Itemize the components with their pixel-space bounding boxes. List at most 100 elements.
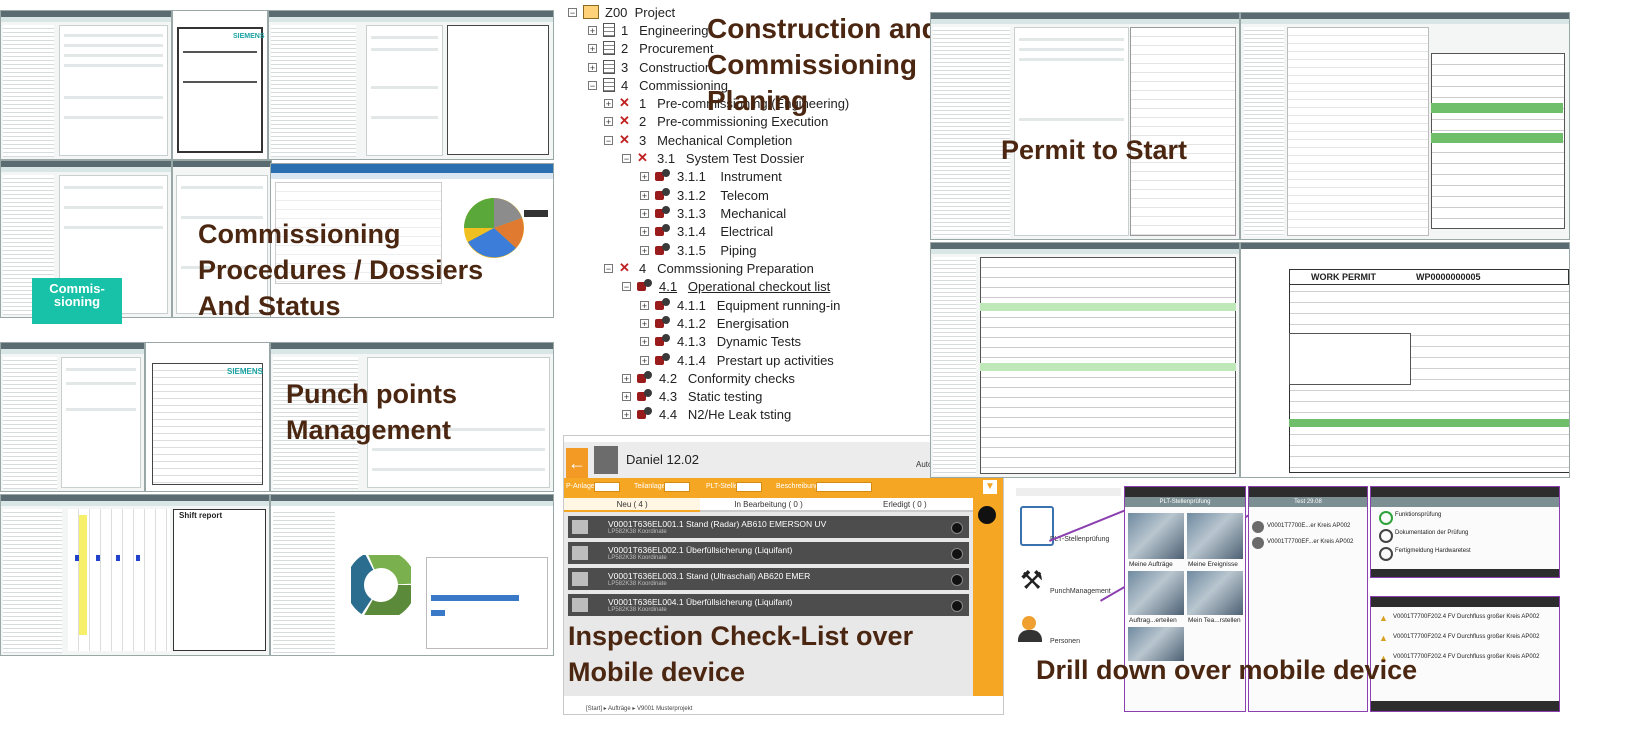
tree-item[interactable]: +3.1.2 Telecom [640, 186, 769, 204]
filter-bar: P-Anlage Teilanlage PLT-Stelle Beschreib… [564, 478, 1003, 498]
status-dot-icon[interactable] [951, 548, 963, 560]
checklist-icon [655, 243, 671, 257]
phone-title: PLT-Stellenprüfung [1125, 497, 1245, 507]
checklist-icon [655, 188, 671, 202]
action-sidebar [973, 498, 1003, 696]
tree-item[interactable]: +4.3 Static testing [622, 387, 762, 405]
work-permit-number: WP0000000005 [1416, 272, 1481, 282]
checklist-icon [637, 407, 653, 421]
list-item[interactable]: Fertigmeldung Hardwaretest [1395, 548, 1471, 554]
tile-image[interactable] [1187, 571, 1243, 615]
checklist-icon [655, 353, 671, 367]
tree-item[interactable]: − ✕ 4 Commssioning Preparation [604, 259, 814, 277]
list-item[interactable]: V0001T7700E...er Kreis AP002 [1267, 523, 1350, 529]
tree-item[interactable]: +3.1.4 Electrical [640, 222, 773, 240]
tree-item[interactable]: +2 Procurement [588, 39, 714, 57]
checklist-icon [655, 206, 671, 220]
tab-erledigt[interactable]: Erledigt ( 0 ) [836, 498, 973, 512]
screenshot-panel [930, 242, 1240, 478]
tools-icon: ✕ [619, 260, 630, 275]
checklist-icon [655, 334, 671, 348]
filter-icon[interactable]: ▼ [983, 480, 997, 494]
drill-caption: Drill down over mobile device [1036, 655, 1418, 685]
list-item[interactable]: V0001T7700EF...er Kreis AP002 [1267, 539, 1353, 545]
filter-input[interactable] [594, 482, 620, 492]
tree-item[interactable]: +1 Engineering [588, 21, 708, 39]
tree-item[interactable]: +4.2 Conformity checks [622, 369, 795, 387]
inspection-caption: Inspection Check-List over Mobile device [568, 621, 914, 687]
tile-label[interactable]: Meine Ereignisse [1188, 561, 1238, 568]
work-permit-title: WORK PERMIT [1311, 272, 1376, 282]
tree-item[interactable]: −4.1 Operational checkout list [622, 277, 830, 295]
checklist-icon [637, 279, 653, 293]
tile-image[interactable] [1128, 571, 1184, 615]
list-item[interactable]: V0001T7700F202.4 FV Durchfluss großer Kr… [1393, 634, 1539, 640]
tile-label[interactable]: Auftrag...erteilen [1129, 617, 1177, 624]
tools-icon: ✕ [619, 113, 630, 128]
tree-item[interactable]: +4.1.3 Dynamic Tests [640, 332, 801, 350]
status-dot-icon[interactable] [951, 522, 963, 534]
status-dot-icon[interactable] [951, 574, 963, 586]
tree-item[interactable]: +3.1.1 Instrument [640, 167, 782, 185]
document-icon [603, 23, 615, 37]
tile-image[interactable] [1187, 513, 1243, 559]
list-item[interactable]: V0001T636EL001.1 Stand (Radar) AB610 EME… [568, 516, 969, 538]
breadcrumb: [Start] ▸ Aufträge ▸ V9001 Musterprojekt [586, 706, 693, 712]
wrench-hammer-icon[interactable]: ⚒ [1020, 566, 1043, 594]
tree-item[interactable]: − ✕ 3.1 System Test Dossier [622, 149, 804, 167]
checklist-icon [655, 298, 671, 312]
back-arrow-icon[interactable]: ← [566, 448, 588, 478]
screenshot-panel [1240, 12, 1570, 240]
tree-item[interactable]: − ✕ 3 Mechanical Completion [604, 131, 792, 149]
tree-item[interactable]: +4.1.4 Prestart up activities [640, 351, 834, 369]
filter-input[interactable] [736, 482, 762, 492]
app-title: Daniel 12.02 [626, 452, 699, 467]
work-permit-screenshot: WORK PERMIT WP0000000005 [1240, 242, 1570, 478]
siemens-logo: SIEMENS [233, 33, 265, 40]
document-icon [603, 78, 615, 92]
list-item[interactable]: V0001T636EL003.1 Stand (Ultraschall) AB6… [568, 568, 969, 590]
list-item[interactable]: V0001T7700F202.4 FV Durchfluss großer Kr… [1393, 614, 1539, 620]
tile-label[interactable]: Meine Aufträge [1129, 561, 1173, 568]
tile-image[interactable] [1128, 513, 1184, 559]
tree-item[interactable]: +3.1.3 Mechanical [640, 204, 786, 222]
mobile-menu: PLT-Stellenprüfung ⚒ PunchManagement Per… [1016, 488, 1121, 663]
warning-icon: ▲ [1379, 613, 1388, 623]
screenshot-panel [0, 342, 145, 492]
filter-input[interactable] [816, 482, 872, 492]
list-item[interactable]: V0001T636EL004.1 Überfüllsicherung (Liqu… [568, 594, 969, 616]
commissioning-badge: Commis- sioning [32, 278, 122, 324]
filter-input[interactable] [664, 482, 690, 492]
punch-caption: Punch points Management [286, 379, 457, 445]
tab-neu[interactable]: Neu ( 4 ) [564, 498, 701, 512]
schedule-screenshot: Shift report [0, 494, 270, 656]
tree-item[interactable]: +4.1.1 Equipment running-in [640, 296, 840, 314]
document-preview: SIEMENS [172, 10, 268, 160]
tree-item[interactable]: +4.1.2 Energisation [640, 314, 789, 332]
person-icon[interactable] [1022, 616, 1036, 630]
document-icon [603, 60, 615, 74]
tab-in-bearbeitung[interactable]: In Bearbeitung ( 0 ) [700, 498, 837, 512]
construction-caption: Construction and Commissioning Planing [707, 13, 939, 116]
status-dot-icon[interactable] [951, 600, 963, 612]
project-icon [583, 5, 599, 19]
checklist-icon [637, 371, 653, 385]
menu-item-label[interactable]: PunchManagement [1050, 588, 1111, 595]
tree-item[interactable]: +4.4 N2/He Leak tsting [622, 405, 791, 423]
status-tabs: Neu ( 4 ) In Bearbeitung ( 0 ) Erledigt … [564, 498, 973, 512]
tree-item[interactable]: +3 Construction [588, 58, 712, 76]
document-preview: SIEMENS [145, 342, 270, 492]
checklist-icon [655, 316, 671, 330]
list-item[interactable]: Funktionsprüfung [1395, 512, 1441, 518]
list-item[interactable]: Dokumentation der Prüfung [1395, 530, 1468, 536]
list-item[interactable]: V0001T636EL002.1 Überfüllsicherung (Liqu… [568, 542, 969, 564]
action-button[interactable] [978, 506, 996, 524]
tree-item[interactable]: +3.1.5 Piping [640, 241, 757, 259]
tools-icon: ✕ [619, 95, 630, 110]
donut-chart-thumbnail [351, 555, 411, 615]
siemens-logo: SIEMENS [226, 367, 263, 376]
menu-item-label[interactable]: Personen [1050, 638, 1080, 645]
tile-label[interactable]: Mein Tea...rstellen [1188, 617, 1241, 624]
tree-item[interactable]: − Z00 Project [568, 3, 675, 21]
phone-screen: Funktionsprüfung Dokumentation der Prüfu… [1370, 486, 1560, 578]
